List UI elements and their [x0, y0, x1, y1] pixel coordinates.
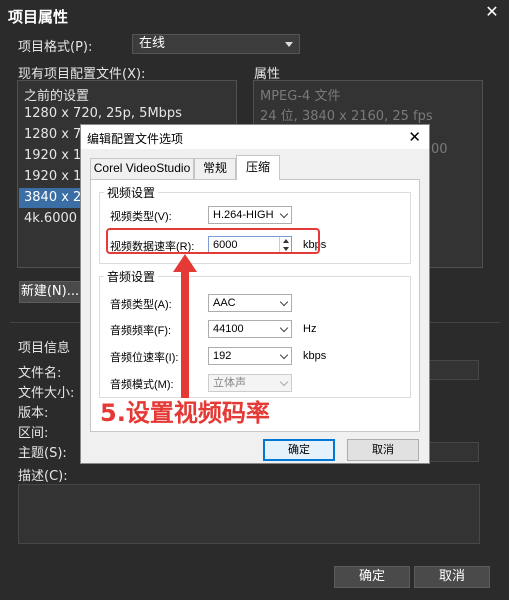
subject-label: 主题(S): [18, 446, 67, 461]
audio-freq-label: 音频频率(F): [110, 325, 172, 337]
video-type-value: H.264-HIGH [213, 209, 274, 221]
audio-bitrate-label: 音频位速率(I): [110, 352, 179, 364]
audio-bitrate-unit: kbps [303, 350, 327, 362]
video-settings-title: 视频设置 [104, 184, 159, 201]
version-label: 版本: [18, 406, 49, 421]
tab-general[interactable]: 常规 [194, 158, 236, 179]
audio-freq-unit: Hz [303, 323, 317, 335]
audio-settings-title: 音频设置 [104, 268, 159, 285]
duration-label: 区间: [18, 426, 49, 441]
description-label: 描述(C): [18, 469, 68, 484]
audio-type-value: AAC [213, 297, 236, 309]
list-item[interactable]: 1280 x 720, 25p, 5Mbps [24, 106, 182, 121]
project-format-value: 在线 [139, 36, 166, 51]
chevron-down-icon [279, 209, 289, 219]
close-icon[interactable]: ✕ [484, 4, 500, 20]
highlight-box [106, 228, 320, 254]
audio-freq-value: 44100 [213, 323, 244, 335]
property-line: 24 位, 3840 x 2160, 25 fps [260, 109, 433, 124]
filename-field[interactable] [424, 360, 479, 380]
subject-field[interactable] [424, 442, 479, 462]
description-field[interactable] [18, 484, 480, 544]
audio-bitrate-select[interactable]: 192 [208, 347, 292, 365]
project-format-label: 项目格式(P): [18, 40, 93, 55]
chevron-down-icon [285, 42, 293, 47]
chevron-down-icon [279, 297, 289, 307]
chevron-down-icon [279, 350, 289, 360]
cancel-button[interactable]: 取消 [414, 566, 490, 588]
tab-corel-videostudio[interactable]: Corel VideoStudio [90, 158, 194, 179]
new-button[interactable]: 新建(N)... [19, 281, 81, 303]
project-format-select[interactable]: 在线 [132, 34, 300, 54]
video-type-label: 视频类型(V): [110, 211, 172, 223]
property-line: 00 [431, 142, 448, 157]
filename-label: 文件名: [18, 366, 62, 381]
audio-type-select[interactable]: AAC [208, 294, 292, 312]
chevron-down-icon [279, 377, 289, 387]
arrow-up-icon [173, 254, 197, 398]
dialog-title: 编辑配置文件选项 [87, 132, 184, 146]
dialog-titlebar: 编辑配置文件选项 ✕ [81, 125, 429, 149]
audio-settings-group: 音频设置 音频类型(A): AAC 音频频率(F): 44100 Hz 音频位速… [99, 268, 411, 398]
close-icon[interactable]: ✕ [408, 128, 421, 146]
dialog-ok-button[interactable]: 确定 [263, 439, 335, 461]
property-line: MPEG-4 文件 [260, 89, 341, 104]
tab-compression[interactable]: 压缩 [236, 155, 280, 180]
project-info-label: 项目信息 [18, 341, 71, 356]
audio-freq-select[interactable]: 44100 [208, 320, 292, 338]
chevron-down-icon [279, 323, 289, 333]
audio-mode-value: 立体声 [213, 377, 246, 389]
audio-mode-select: 立体声 [208, 374, 292, 392]
annotation-text: 5.设置视频码率 [100, 399, 270, 427]
window-title: 项目属性 [8, 8, 69, 26]
list-item[interactable]: 4k.6000 [24, 211, 77, 226]
audio-bitrate-value: 192 [213, 350, 232, 362]
audio-type-label: 音频类型(A): [110, 299, 172, 311]
ok-button[interactable]: 确定 [334, 566, 410, 588]
filesize-label: 文件大小: [18, 386, 75, 401]
audio-mode-label: 音频模式(M): [110, 379, 174, 391]
dialog-cancel-button[interactable]: 取消 [347, 439, 419, 461]
video-type-select[interactable]: H.264-HIGH [208, 206, 292, 224]
list-item[interactable]: 之前的设置 [24, 85, 89, 104]
